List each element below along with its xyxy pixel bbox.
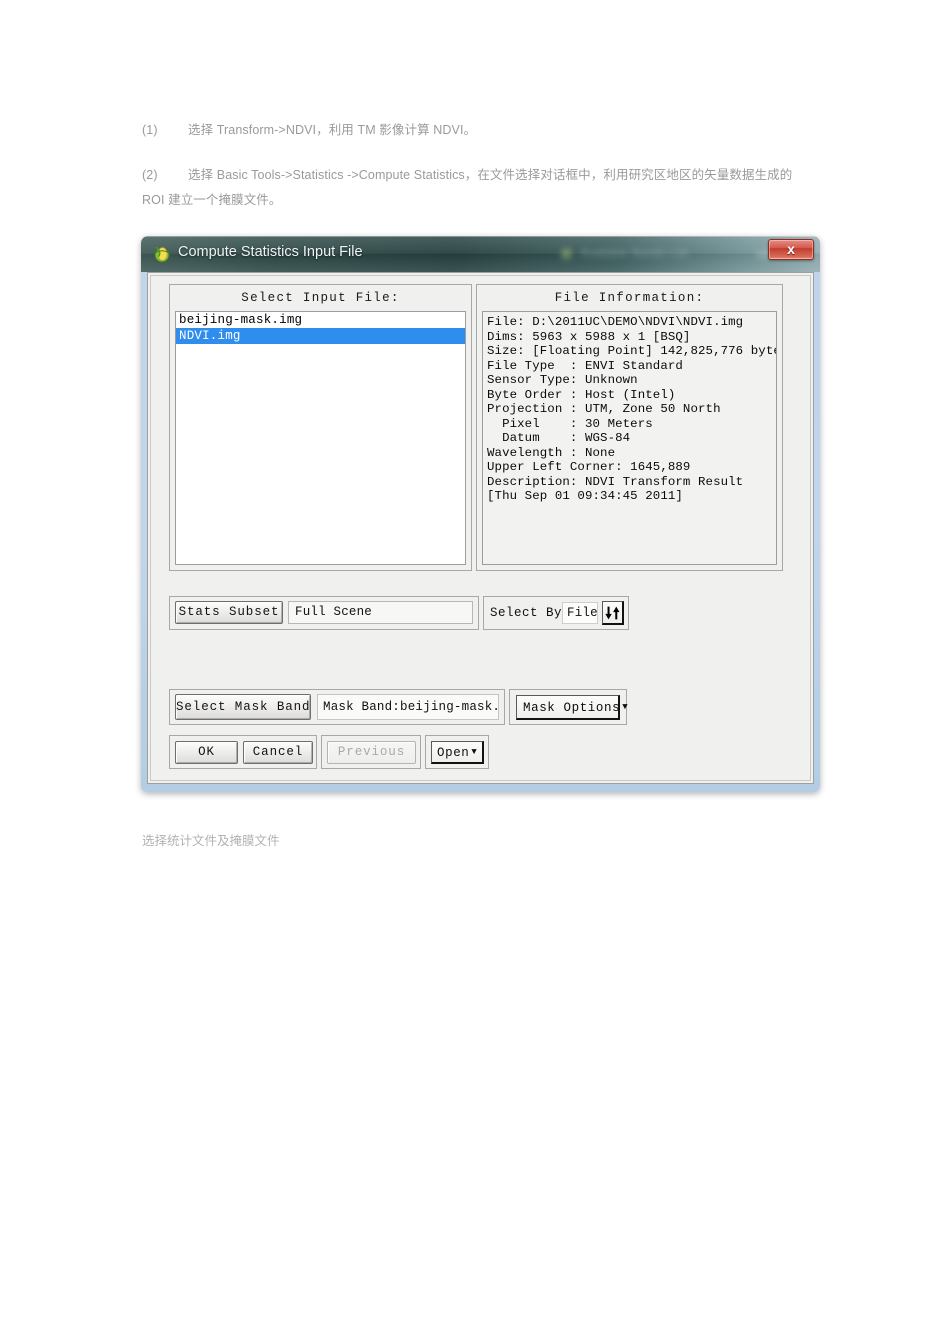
close-icon: x xyxy=(787,241,795,257)
dialog-inner-frame: Select Input File: beijing-mask.img NDVI… xyxy=(150,275,811,781)
previous-group: Previous xyxy=(321,735,421,769)
info-line: Wavelength : None xyxy=(487,445,616,460)
select-by-value[interactable]: File xyxy=(562,602,598,624)
open-label: Open xyxy=(437,745,470,760)
info-line: Dims: 5963 x 5988 x 1 [BSQ] xyxy=(487,329,691,344)
select-input-file-panel: Select Input File: beijing-mask.img NDVI… xyxy=(169,284,472,571)
cancel-button[interactable]: Cancel xyxy=(243,741,313,764)
info-line: File: D:\2011UC\DEMO\NDVI\NDVI.img xyxy=(487,315,744,329)
ghost-title: Available Bands List xyxy=(580,246,688,260)
select-by-label: Select By xyxy=(490,606,563,620)
panels-row: Select Input File: beijing-mask.img NDVI… xyxy=(169,284,783,571)
mask-options-label: Mask Options xyxy=(523,700,621,715)
ghost-icon xyxy=(561,248,572,259)
info-line: Size: [Floating Point] 142,825,776 bytes… xyxy=(487,344,777,358)
info-line: Byte Order : Host (Intel) xyxy=(487,387,676,402)
chevron-down-icon: ▼ xyxy=(622,702,629,712)
input-file-listbox[interactable]: beijing-mask.img NDVI.img xyxy=(175,311,466,565)
info-line: Projection : UTM, Zone 50 North xyxy=(487,402,721,416)
ok-button[interactable]: OK xyxy=(175,741,238,764)
paragraph-text-1: 选择 Transform->NDVI，利用 TM 影像计算 NDVI。 xyxy=(188,123,477,137)
window-titlebar[interactable]: Available Bands List Compute Statistics … xyxy=(141,236,820,272)
list-item[interactable]: NDVI.img xyxy=(176,328,465,344)
open-group: Open ▼ xyxy=(425,735,489,769)
paragraph-number-2: (2) xyxy=(142,168,158,182)
select-by-group: Select By File xyxy=(483,596,629,630)
window-title: Compute Statistics Input File xyxy=(178,244,363,260)
info-line: Sensor Type: Unknown xyxy=(487,373,638,387)
info-line: Pixel : 30 Meters xyxy=(487,416,653,431)
compute-statistics-dialog: Available Bands List Compute Statistics … xyxy=(141,236,820,792)
mask-band-value[interactable]: Mask Band:beijing-mask.img xyxy=(317,694,499,720)
file-information-panel: File Information: File: D:\2011UC\DEMO\N… xyxy=(476,284,783,571)
previous-button[interactable]: Previous xyxy=(327,741,416,764)
stats-subset-value[interactable]: Full Scene xyxy=(288,601,473,624)
dialog-client-area: Select Input File: beijing-mask.img NDVI… xyxy=(147,272,814,784)
close-button[interactable]: x xyxy=(768,239,814,260)
select-mask-band-group: Select Mask Band Mask Band:beijing-mask.… xyxy=(169,689,505,725)
select-input-file-title: Select Input File: xyxy=(241,291,400,305)
file-information-title: File Information: xyxy=(554,291,705,305)
info-line: Datum : WGS-84 xyxy=(487,431,631,445)
ok-cancel-group: OK Cancel xyxy=(169,735,317,769)
figure-caption: 选择统计文件及掩膜文件 xyxy=(142,834,280,848)
down-up-arrows-glyph xyxy=(605,606,620,620)
list-item[interactable]: beijing-mask.img xyxy=(176,312,465,328)
info-line: File Type : ENVI Standard xyxy=(487,358,683,373)
mask-options-dropdown[interactable]: Mask Options ▼ xyxy=(516,695,628,720)
info-line: Upper Left Corner: 1645,889 xyxy=(487,460,691,474)
paragraph-number-1: (1) xyxy=(142,123,158,137)
open-dropdown[interactable]: Open ▼ xyxy=(431,741,484,764)
select-mask-band-button[interactable]: Select Mask Band xyxy=(175,694,311,720)
paragraph-text-2: 选择 Basic Tools->Statistics ->Compute Sta… xyxy=(142,168,793,207)
instruction-paragraph-1: (1) 选择 Transform->NDVI，利用 TM 影像计算 NDVI。 xyxy=(142,118,810,143)
envi-globe-icon xyxy=(154,246,170,263)
info-line: [Thu Sep 01 09:34:45 2011] xyxy=(487,489,683,503)
info-line: Description: NDVI Transform Result xyxy=(487,474,744,489)
down-up-arrows-icon[interactable] xyxy=(602,601,624,625)
document-body: (1) 选择 Transform->NDVI，利用 TM 影像计算 NDVI。 (… xyxy=(142,118,810,233)
mask-options-group: Mask Options ▼ xyxy=(509,689,628,725)
instruction-paragraph-2: (2) 选择 Basic Tools->Statistics ->Compute … xyxy=(142,163,810,213)
chevron-down-icon: ▼ xyxy=(471,747,478,757)
stats-subset-button[interactable]: Stats Subset xyxy=(175,601,283,624)
stats-subset-group: Stats Subset Full Scene xyxy=(169,596,479,630)
file-information-box: File: D:\2011UC\DEMO\NDVI\NDVI.img Dims:… xyxy=(482,311,777,565)
